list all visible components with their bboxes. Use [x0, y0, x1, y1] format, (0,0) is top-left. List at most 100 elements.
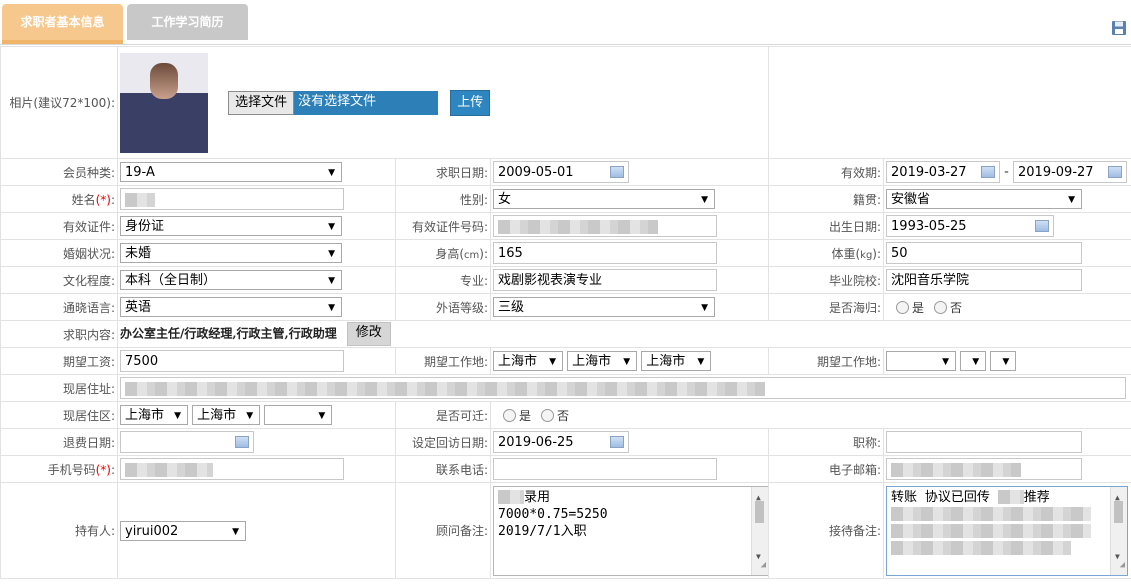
overseas-no-label: 否 [950, 300, 963, 315]
height-input[interactable]: 165 [493, 242, 717, 264]
language-value: 英语 [125, 300, 152, 315]
relocate-yes-radio[interactable] [503, 408, 516, 422]
advisor-note-line-2: 7000*0.75=5250 [498, 506, 608, 522]
language-level-label: 外语等级: [395, 293, 491, 321]
resize-handle-icon[interactable]: ◢ [1120, 557, 1125, 574]
district-city-select[interactable]: 上海市 ▼ [192, 405, 261, 425]
school-label: 毕业院校: [768, 266, 885, 294]
overseas-no-radio[interactable] [934, 300, 948, 314]
applicant-form: 相片(建议72*100): 选择文件 没有选择文件 上传 会员种类: 19-A ▼ … [0, 46, 1131, 579]
work-place-city-select[interactable]: 上海市 ▼ [567, 351, 638, 371]
calendar-icon[interactable] [235, 436, 249, 448]
native-place-select[interactable]: 安徽省 ▼ [886, 189, 1083, 209]
chevron-down-icon: ▼ [246, 411, 254, 421]
valid-from-value: 2019-03-27 [891, 165, 967, 180]
photo-cell: 选择文件 没有选择文件 上传 [116, 46, 770, 159]
height-value: 165 [498, 246, 523, 261]
valid-from-input[interactable]: 2019-03-27 [886, 161, 1001, 183]
gender-select[interactable]: 女 ▼ [493, 189, 715, 209]
gender-label: 性别: [395, 185, 491, 213]
major-input[interactable]: 戏剧影视表演专业 [493, 269, 717, 291]
native-place-value: 安徽省 [891, 192, 931, 207]
work-place-province-select[interactable]: 上海市 ▼ [493, 351, 563, 371]
birth-date-input[interactable]: 1993-05-25 [886, 215, 1055, 237]
weight-input[interactable]: 50 [886, 242, 1083, 264]
calendar-icon[interactable] [610, 166, 624, 178]
height-label: 身高(cm): [395, 239, 491, 267]
overseas-label: 是否海归: [768, 293, 885, 321]
required-mark: (*) [95, 192, 111, 207]
school-input[interactable]: 沈阳音乐学院 [886, 269, 1083, 291]
calendar-icon[interactable] [1108, 166, 1123, 178]
valid-to-input[interactable]: 2019-09-27 [1013, 161, 1128, 183]
district-province-value: 上海市 [125, 408, 165, 423]
redacted-text [891, 524, 1092, 538]
calendar-icon[interactable] [981, 166, 996, 178]
major-label: 专业: [395, 266, 491, 294]
weight-label-end: ): [872, 246, 882, 261]
education-select[interactable]: 本科（全日制） ▼ [120, 270, 342, 290]
member-type-select[interactable]: 19-A ▼ [120, 162, 342, 182]
district-area-select[interactable]: ▼ [264, 405, 333, 425]
marital-select[interactable]: 未婚 ▼ [120, 243, 342, 263]
apply-date-input[interactable]: 2009-05-01 [493, 161, 629, 183]
overseas-yes-radio[interactable] [896, 300, 910, 314]
name-input[interactable] [120, 188, 344, 210]
photo-empty [768, 46, 1131, 159]
resize-handle-icon[interactable]: ◢ [761, 557, 766, 574]
edit-job-button[interactable]: 修改 [346, 322, 391, 346]
mobile-input[interactable] [120, 458, 344, 480]
calendar-icon[interactable] [1035, 220, 1050, 232]
district-label: 现居住区: [0, 401, 118, 429]
work-place2-city-select[interactable]: ▼ [960, 351, 987, 371]
upload-button[interactable]: 上传 [450, 89, 491, 116]
marital-label: 婚姻状况: [0, 239, 118, 267]
chevron-down-icon: ▼ [328, 249, 335, 259]
apply-date-value: 2009-05-01 [498, 165, 574, 180]
calendar-icon[interactable] [610, 436, 624, 448]
refund-date-input[interactable] [120, 431, 254, 453]
email-input[interactable] [886, 458, 1083, 480]
valid-to-value: 2019-09-27 [1018, 165, 1094, 180]
redacted-text [891, 541, 1072, 555]
id-number-label: 有效证件号码: [395, 212, 491, 240]
chevron-down-icon: ▼ [972, 357, 980, 367]
reception-note-textarea[interactable]: 转账 协议已回传 推荐 ▲ ▼ ◢ [886, 485, 1129, 576]
id-type-value: 身份证 [125, 219, 165, 234]
overseas-yes-label: 是 [912, 300, 925, 315]
salary-input[interactable]: 7500 [120, 350, 344, 372]
visit-date-input[interactable]: 2019-06-25 [493, 431, 629, 453]
work-place2-province-select[interactable]: ▼ [886, 351, 957, 371]
address-input[interactable] [120, 377, 1126, 399]
id-type-select[interactable]: 身份证 ▼ [120, 216, 342, 236]
redacted-text [498, 219, 658, 234]
birth-date-value: 1993-05-25 [891, 219, 967, 234]
work-place-district-select[interactable]: 上海市 ▼ [641, 351, 712, 371]
floppy-disk-icon[interactable] [1111, 20, 1127, 36]
tab-basic-info[interactable]: 求职者基本信息 [2, 4, 123, 44]
relocate-no-radio[interactable] [541, 408, 555, 422]
mobile-label-text: 手机号码 [47, 462, 96, 477]
chevron-down-icon: ▼ [697, 357, 705, 367]
label-colon: : [110, 192, 115, 207]
choose-file-button[interactable]: 选择文件 [228, 90, 295, 115]
job-title-input[interactable] [886, 431, 1083, 453]
redacted-text [125, 192, 155, 207]
phone-input[interactable] [493, 458, 717, 480]
id-number-input[interactable] [493, 215, 717, 237]
tab-work-history[interactable]: 工作学习简历 [127, 4, 248, 40]
reception-note-line-4 [891, 540, 1109, 557]
holder-select[interactable]: yirui002 ▼ [120, 520, 246, 541]
redacted-text [498, 490, 524, 504]
applicant-photo [120, 52, 208, 153]
language-level-select[interactable]: 三级 ▼ [493, 297, 715, 317]
district-city-value: 上海市 [197, 408, 237, 423]
chevron-down-icon: ▼ [1002, 357, 1010, 367]
language-select[interactable]: 英语 ▼ [120, 297, 342, 317]
work-place2-district-select[interactable]: ▼ [990, 351, 1017, 371]
advisor-note-textarea[interactable]: 录用 7000*0.75=5250 2019/7/1入职 ▲ ▼ ◢ [493, 485, 768, 576]
relocate-label: 是否可迁: [395, 401, 491, 429]
reception-note-line-3 [891, 523, 1109, 540]
refund-date-label: 退费日期: [0, 428, 118, 456]
district-province-select[interactable]: 上海市 ▼ [120, 405, 188, 425]
